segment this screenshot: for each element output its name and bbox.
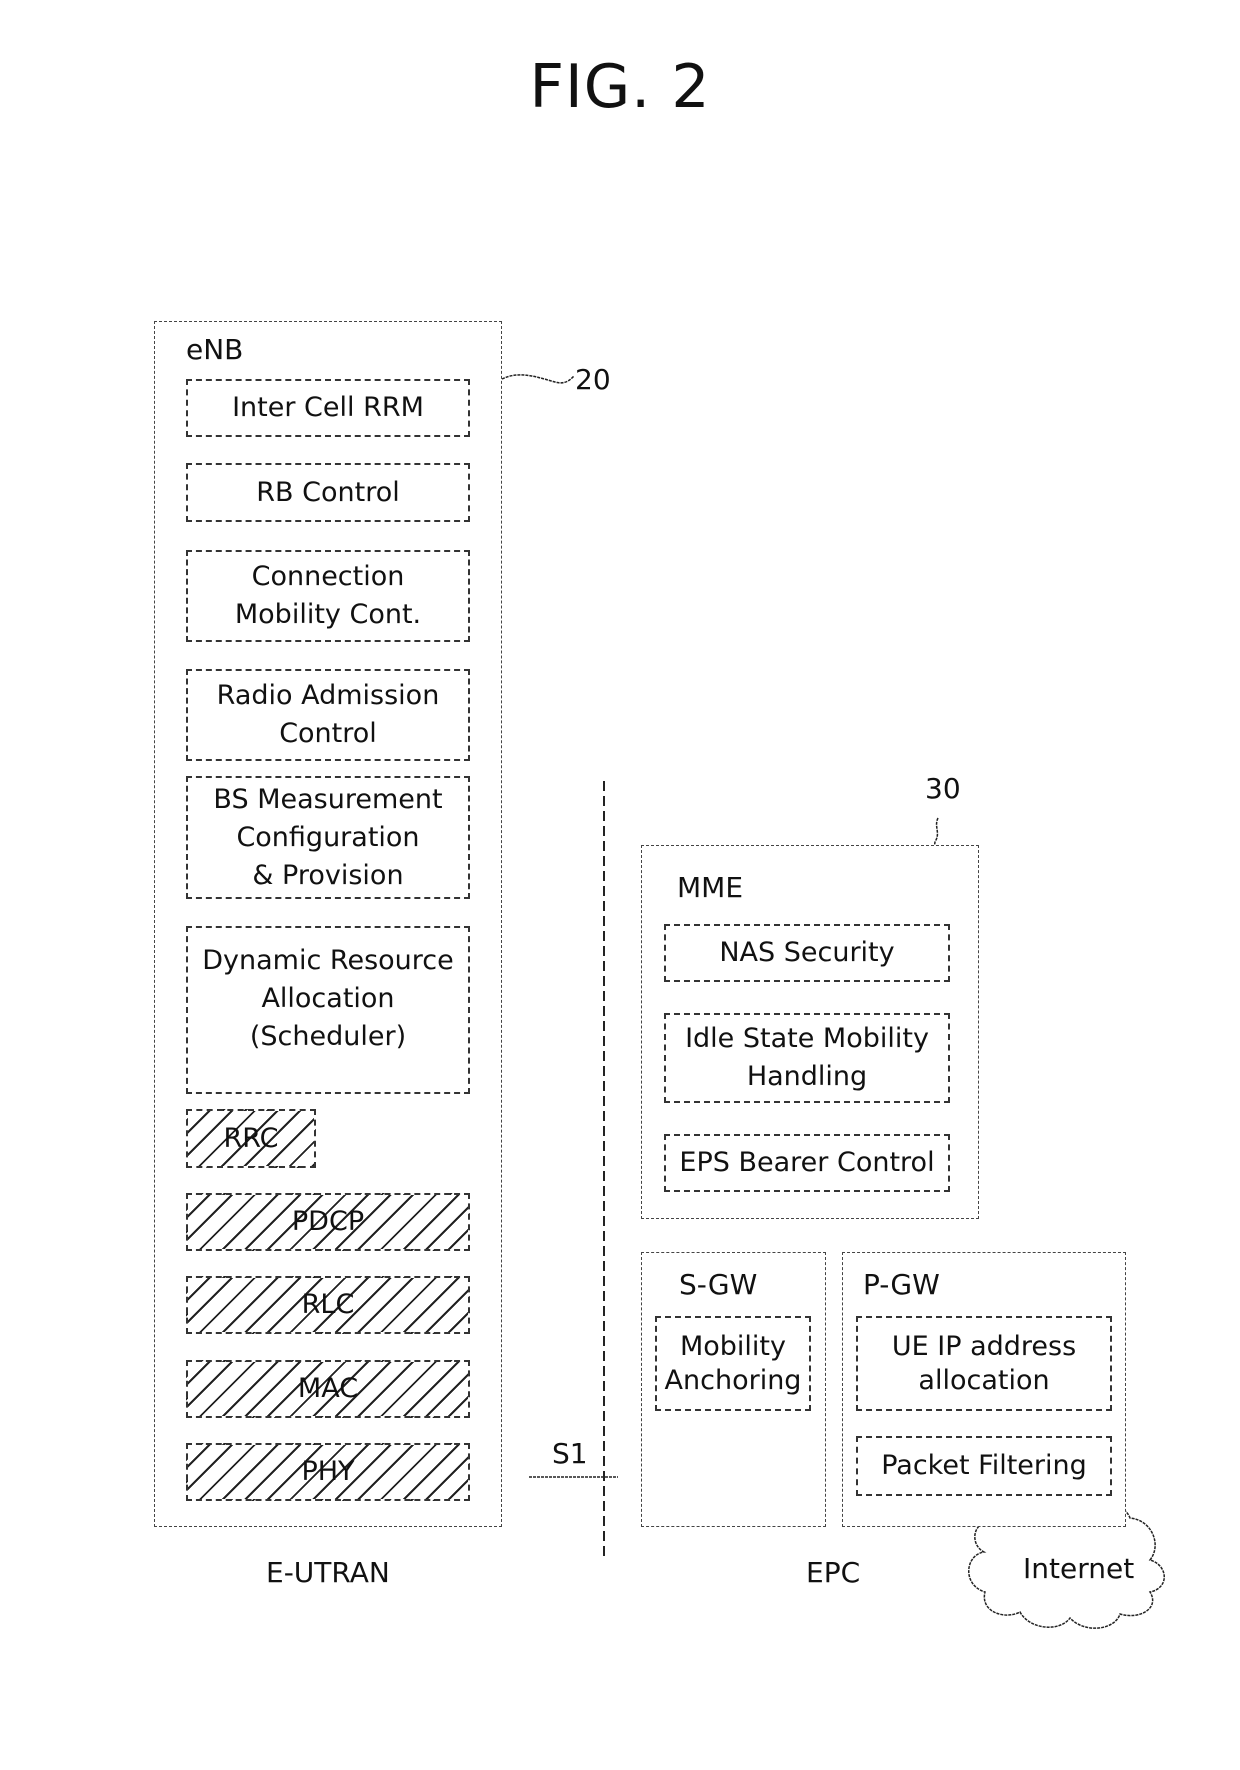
s1-interface-label: S1	[552, 1437, 588, 1470]
packet-filtering-box: Packet Filtering	[856, 1436, 1112, 1496]
ue-ip-allocation-box: UE IP address allocation	[856, 1316, 1112, 1411]
epc-label: EPC	[806, 1556, 861, 1589]
radio-admission-box: Radio Admission Control	[186, 669, 470, 761]
mac-layer-box: MAC	[186, 1360, 470, 1418]
mme-label: MME	[677, 871, 744, 904]
eps-bearer-control-box: EPS Bearer Control	[664, 1134, 950, 1192]
rrc-layer-label: RRC	[223, 1122, 279, 1154]
epc-ref-number: 30	[925, 772, 961, 805]
mobility-anchoring-label: Mobility Anchoring	[664, 1330, 802, 1396]
phy-layer-box: PHY	[186, 1443, 470, 1501]
enb-label: eNB	[186, 333, 244, 366]
dynamic-resource-box: Dynamic Resource Allocation (Scheduler)	[186, 926, 470, 1094]
idle-state-mobility-label: Idle State Mobility Handling	[685, 1023, 929, 1092]
internet-label: Internet	[1023, 1552, 1135, 1585]
connection-mobility-box: Connection Mobility Cont.	[186, 550, 470, 642]
rb-control-label: RB Control	[256, 476, 400, 508]
ue-ip-allocation-label: UE IP address allocation	[891, 1330, 1077, 1396]
idle-state-mobility-box: Idle State Mobility Handling	[664, 1013, 950, 1103]
dynamic-resource-label: Dynamic Resource Allocation (Scheduler)	[202, 945, 454, 1052]
mac-layer-label: MAC	[297, 1373, 359, 1404]
epc-ref-leader	[934, 817, 939, 846]
enb-ref-leader	[501, 374, 575, 384]
nas-security-box: NAS Security	[664, 924, 950, 982]
phy-layer-label: PHY	[301, 1456, 355, 1487]
nas-security-label: NAS Security	[719, 937, 895, 968]
rlc-layer-label: RLC	[301, 1289, 355, 1320]
rb-control-box: RB Control	[186, 463, 470, 522]
packet-filtering-label: Packet Filtering	[881, 1450, 1087, 1481]
pdcp-layer-box: PDCP	[186, 1193, 470, 1251]
inter-cell-rrm-label: Inter Cell RRM	[232, 392, 424, 423]
enb-ref-number: 20	[575, 363, 611, 396]
bs-measurement-label: BS Measurement Configuration & Provision	[213, 783, 443, 891]
e-utran-label: E-UTRAN	[266, 1556, 390, 1589]
bs-measurement-box: BS Measurement Configuration & Provision	[186, 776, 470, 899]
mobility-anchoring-box: Mobility Anchoring	[655, 1316, 811, 1411]
sgw-label: S-GW	[679, 1268, 758, 1301]
rrc-layer-box: RRC	[186, 1109, 316, 1168]
pdcp-layer-label: PDCP	[291, 1206, 365, 1237]
rlc-layer-box: RLC	[186, 1276, 470, 1334]
pgw-label: P-GW	[863, 1268, 940, 1301]
inter-cell-rrm-box: Inter Cell RRM	[186, 379, 470, 437]
radio-admission-label: Radio Admission Control	[216, 680, 440, 749]
eps-bearer-control-label: EPS Bearer Control	[679, 1147, 935, 1178]
connection-mobility-label: Connection Mobility Cont.	[234, 561, 422, 630]
